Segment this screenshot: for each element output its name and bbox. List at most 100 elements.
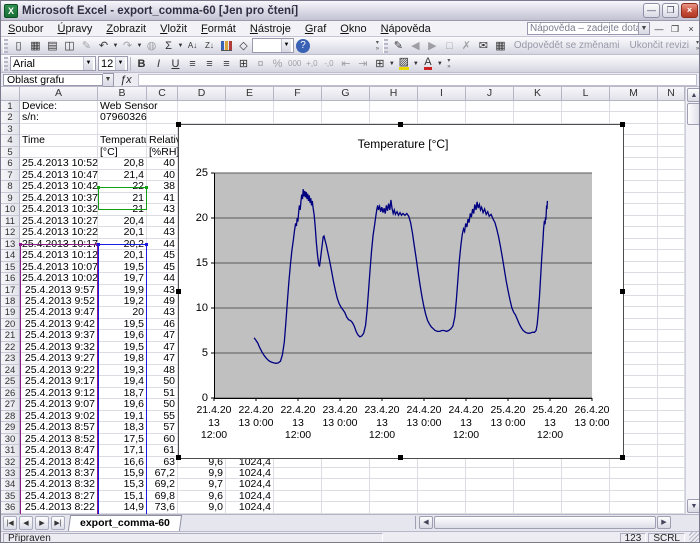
cell-C27[interactable]: 50	[147, 399, 178, 410]
column-header-I[interactable]: I	[418, 87, 466, 101]
toolbar-grip[interactable]	[383, 39, 388, 53]
restore-button[interactable]: ❐	[662, 3, 679, 18]
cell-N28[interactable]	[658, 411, 685, 422]
cell-N32[interactable]	[658, 457, 685, 468]
sort-ascending-button[interactable]: A↓	[184, 38, 201, 54]
edit-comment-button[interactable]: ✎	[390, 38, 407, 54]
first-sheet-icon[interactable]: |◀	[3, 516, 17, 530]
cell-D1[interactable]	[178, 101, 226, 112]
cell-B32[interactable]: 16,6	[98, 457, 147, 468]
cell-N17[interactable]	[658, 285, 685, 296]
cell-N34[interactable]	[658, 479, 685, 490]
row-header-3[interactable]: 3	[1, 124, 20, 135]
cell-E1[interactable]	[226, 101, 274, 112]
row-header-9[interactable]: 9	[1, 193, 20, 204]
cell-B18[interactable]: 19,2	[98, 296, 147, 307]
row-header-21[interactable]: 21	[1, 330, 20, 341]
cell-C29[interactable]: 57	[147, 422, 178, 433]
column-header-E[interactable]: E	[226, 87, 274, 101]
increase-decimal-button[interactable]: +,0	[303, 56, 320, 72]
help-dropdown-icon[interactable]: ▼	[639, 22, 650, 35]
cell-B27[interactable]: 19,6	[98, 399, 147, 410]
cell-J36[interactable]	[466, 502, 514, 513]
align-right-button[interactable]: ≡	[218, 56, 235, 72]
cell-N25[interactable]	[658, 376, 685, 387]
column-header-K[interactable]: K	[514, 87, 562, 101]
cell-N13[interactable]	[658, 239, 685, 250]
cell-N11[interactable]	[658, 216, 685, 227]
horizontal-scroll-thumb[interactable]	[434, 516, 656, 529]
menu-nápověda[interactable]: Nápověda	[374, 22, 438, 36]
cell-G35[interactable]	[322, 491, 370, 502]
row-header-18[interactable]: 18	[1, 296, 20, 307]
cell-A10[interactable]: 25.4.2013 10:32	[20, 204, 98, 215]
cell-F2[interactable]	[274, 112, 322, 123]
font-color-button[interactable]: A	[419, 56, 436, 72]
cell-I2[interactable]	[418, 112, 466, 123]
row-header-1[interactable]: 1	[1, 101, 20, 112]
menu-úpravy[interactable]: Úpravy	[50, 22, 99, 36]
row-header-5[interactable]: 5	[1, 147, 20, 158]
vertical-scroll-thumb[interactable]	[687, 103, 700, 125]
cell-N8[interactable]	[658, 181, 685, 192]
toolbar-grip[interactable]	[3, 57, 8, 71]
font-size-combo[interactable]: 12 ▼	[98, 56, 128, 71]
cell-B24[interactable]: 19,3	[98, 365, 147, 376]
next-sheet-icon[interactable]: ▶	[35, 516, 49, 530]
cell-B33[interactable]: 15,9	[98, 468, 147, 479]
row-header-29[interactable]: 29	[1, 422, 20, 433]
row-header-12[interactable]: 12	[1, 227, 20, 238]
cell-N35[interactable]	[658, 491, 685, 502]
cell-L2[interactable]	[562, 112, 610, 123]
currency-style-button[interactable]: ¤	[252, 56, 269, 72]
borders-button[interactable]: ⊞	[371, 56, 388, 72]
align-left-button[interactable]: ≡	[184, 56, 201, 72]
cell-C16[interactable]: 44	[147, 273, 178, 284]
selection-handle[interactable]	[398, 122, 403, 127]
help-question-input[interactable]: Nápověda – zadejte dotaz	[527, 22, 639, 35]
cell-A16[interactable]: 25.4.2013 10:02	[20, 273, 98, 284]
align-center-button[interactable]: ≡	[201, 56, 218, 72]
column-header-N[interactable]: N	[658, 87, 685, 101]
cell-N9[interactable]	[658, 193, 685, 204]
vertical-scrollbar[interactable]: ▲ ▼	[685, 87, 700, 514]
cell-G34[interactable]	[322, 479, 370, 490]
workbook-close-button[interactable]: ×	[684, 22, 698, 35]
cell-A25[interactable]: 25.4.2013 9:17	[20, 376, 98, 387]
underline-button[interactable]: U	[167, 56, 184, 72]
drawing-button[interactable]: ◇	[235, 38, 252, 54]
cell-K2[interactable]	[514, 112, 562, 123]
cell-B35[interactable]: 15,1	[98, 491, 147, 502]
cell-B15[interactable]: 19,5	[98, 262, 147, 273]
cell-N36[interactable]	[658, 502, 685, 513]
selection-handle[interactable]	[620, 455, 625, 460]
cell-M33[interactable]	[610, 468, 658, 479]
sort-descending-button[interactable]: Z↓	[201, 38, 218, 54]
cell-H1[interactable]	[370, 101, 418, 112]
percent-style-button[interactable]: %	[269, 56, 286, 72]
row-header-17[interactable]: 17	[1, 285, 20, 296]
cell-F34[interactable]	[274, 479, 322, 490]
bold-button[interactable]: B	[133, 56, 150, 72]
cell-C25[interactable]: 50	[147, 376, 178, 387]
delete-comment-button[interactable]: ✗	[458, 38, 475, 54]
reply-with-changes-button[interactable]: Odpovědět se změnami	[509, 40, 625, 51]
cell-E36[interactable]: 1024,4	[226, 502, 274, 513]
scroll-down-icon[interactable]: ▼	[687, 499, 700, 513]
next-comment-button[interactable]: ▶	[424, 38, 441, 54]
cell-H2[interactable]	[370, 112, 418, 123]
cell-M1[interactable]	[610, 101, 658, 112]
cell-N26[interactable]	[658, 388, 685, 399]
cell-L35[interactable]	[562, 491, 610, 502]
cell-K1[interactable]	[514, 101, 562, 112]
save-button[interactable]: ▦	[27, 38, 44, 54]
cell-I34[interactable]	[418, 479, 466, 490]
cell-N1[interactable]	[658, 101, 685, 112]
cell-B5[interactable]: [°C]	[98, 147, 147, 158]
cell-B22[interactable]: 19,5	[98, 342, 147, 353]
selection-handle[interactable]	[176, 289, 181, 294]
row-header-31[interactable]: 31	[1, 445, 20, 456]
horizontal-scrollbar[interactable]: ◀ ▶	[415, 515, 685, 530]
cell-B19[interactable]: 20	[98, 307, 147, 318]
undo-dropdown-icon[interactable]: ▼	[112, 43, 119, 49]
